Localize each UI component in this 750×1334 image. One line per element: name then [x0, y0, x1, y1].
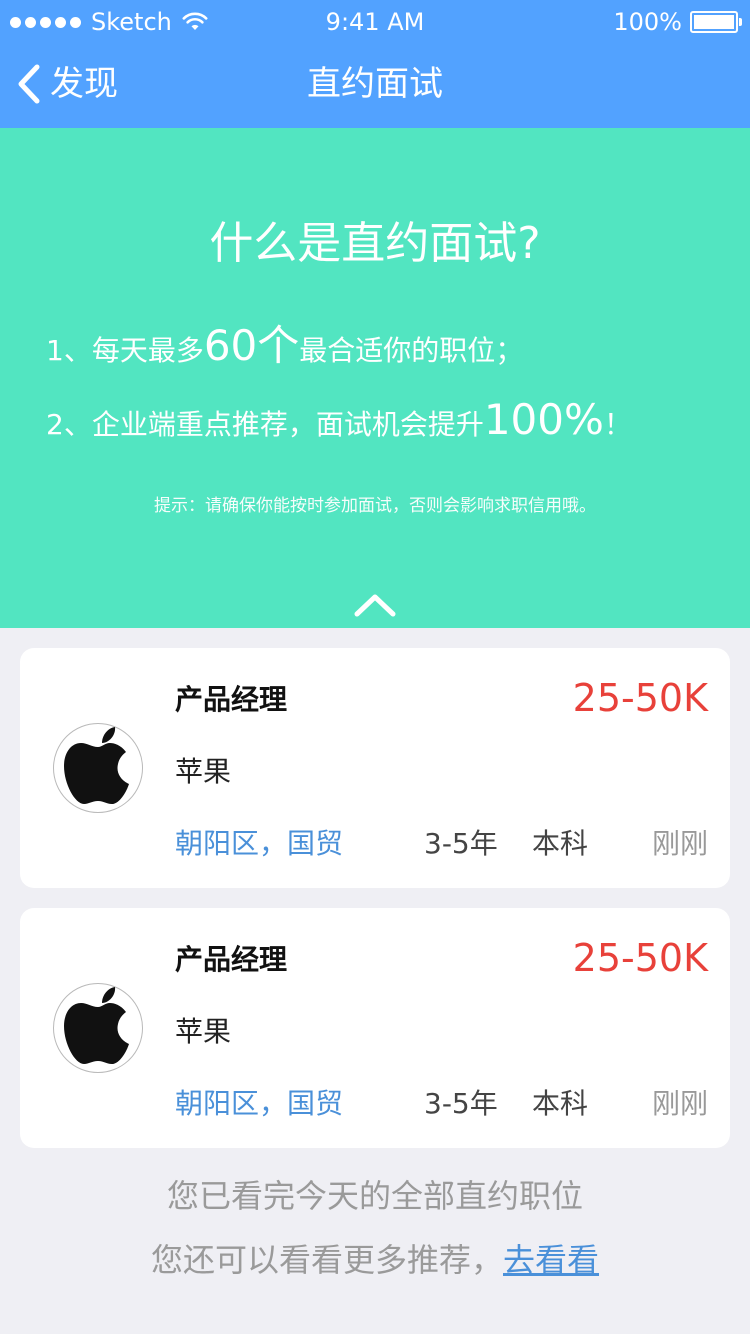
job-posted-time: 刚刚 — [651, 827, 708, 860]
company-name: 苹果 — [175, 1015, 232, 1048]
job-salary: 25-50K — [572, 936, 708, 980]
intro-panel: 什么是直约面试? 1、每天最多60个最合适你的职位； 2、企业端重点推荐，面试机… — [0, 128, 750, 628]
status-right: 100% — [613, 8, 742, 36]
battery-percent: 100% — [613, 8, 682, 36]
status-bar: Sketch 9:41 AM 100% — [0, 0, 750, 40]
intro-line-1-highlight: 60个 — [203, 321, 300, 370]
job-location: 朝阳区，国贸 — [175, 1087, 344, 1120]
battery-icon — [690, 11, 742, 33]
intro-line-1: 1、每天最多60个最合适你的职位； — [46, 324, 523, 373]
top-bar: Sketch 9:41 AM 100% 发现 直约面试 — [0, 0, 750, 128]
chevron-left-icon — [18, 64, 40, 104]
intro-line-1-prefix: 1、每天最多 — [46, 334, 204, 367]
company-logo — [53, 723, 143, 813]
intro-title: 什么是直约面试? — [209, 218, 541, 269]
back-button[interactable]: 发现 — [16, 60, 118, 108]
intro-line-1-suffix: 最合适你的职位； — [299, 334, 524, 367]
job-title: 产品经理 — [175, 943, 288, 976]
job-location: 朝阳区，国贸 — [175, 827, 344, 860]
company-name: 苹果 — [175, 755, 232, 788]
intro-line-2: 2、企业端重点推荐，面试机会提升100%！ — [46, 398, 632, 447]
navigation-bar: 发现 直约面试 — [0, 40, 750, 128]
job-experience: 3-5年 — [424, 1087, 498, 1120]
see-more-link[interactable]: 去看看 — [503, 1241, 599, 1279]
job-posted-time: 刚刚 — [651, 1087, 708, 1120]
job-education: 本科 — [532, 1087, 589, 1120]
more-recommendations-message: 您还可以看看更多推荐，去看看 — [0, 1238, 750, 1282]
job-salary: 25-50K — [572, 676, 708, 720]
job-card[interactable]: 产品经理 25-50K 苹果 朝阳区，国贸 3-5年 本科 刚刚 — [20, 908, 730, 1148]
job-title: 产品经理 — [175, 683, 288, 716]
intro-line-2-suffix: ！ — [603, 408, 632, 441]
apple-logo-icon — [64, 727, 134, 804]
back-button-label: 发现 — [50, 64, 118, 104]
job-experience: 3-5年 — [424, 827, 498, 860]
job-card[interactable]: 产品经理 25-50K 苹果 朝阳区，国贸 3-5年 本科 刚刚 — [20, 648, 730, 888]
collapse-button[interactable] — [353, 592, 397, 618]
intro-line-2-highlight: 100% — [483, 395, 604, 444]
apple-logo-icon — [64, 987, 134, 1064]
company-logo — [53, 983, 143, 1073]
chevron-up-icon — [354, 594, 396, 617]
intro-tip: 提示：请确保你能按时参加面试，否则会影响求职信用哦。 — [154, 496, 596, 516]
more-recommendations-text: 您还可以看看更多推荐， — [150, 1241, 503, 1279]
job-education: 本科 — [532, 827, 589, 860]
end-of-list-message: 您已看完今天的全部直约职位 — [166, 1177, 583, 1215]
intro-line-2-prefix: 2、企业端重点推荐，面试机会提升 — [46, 408, 484, 441]
